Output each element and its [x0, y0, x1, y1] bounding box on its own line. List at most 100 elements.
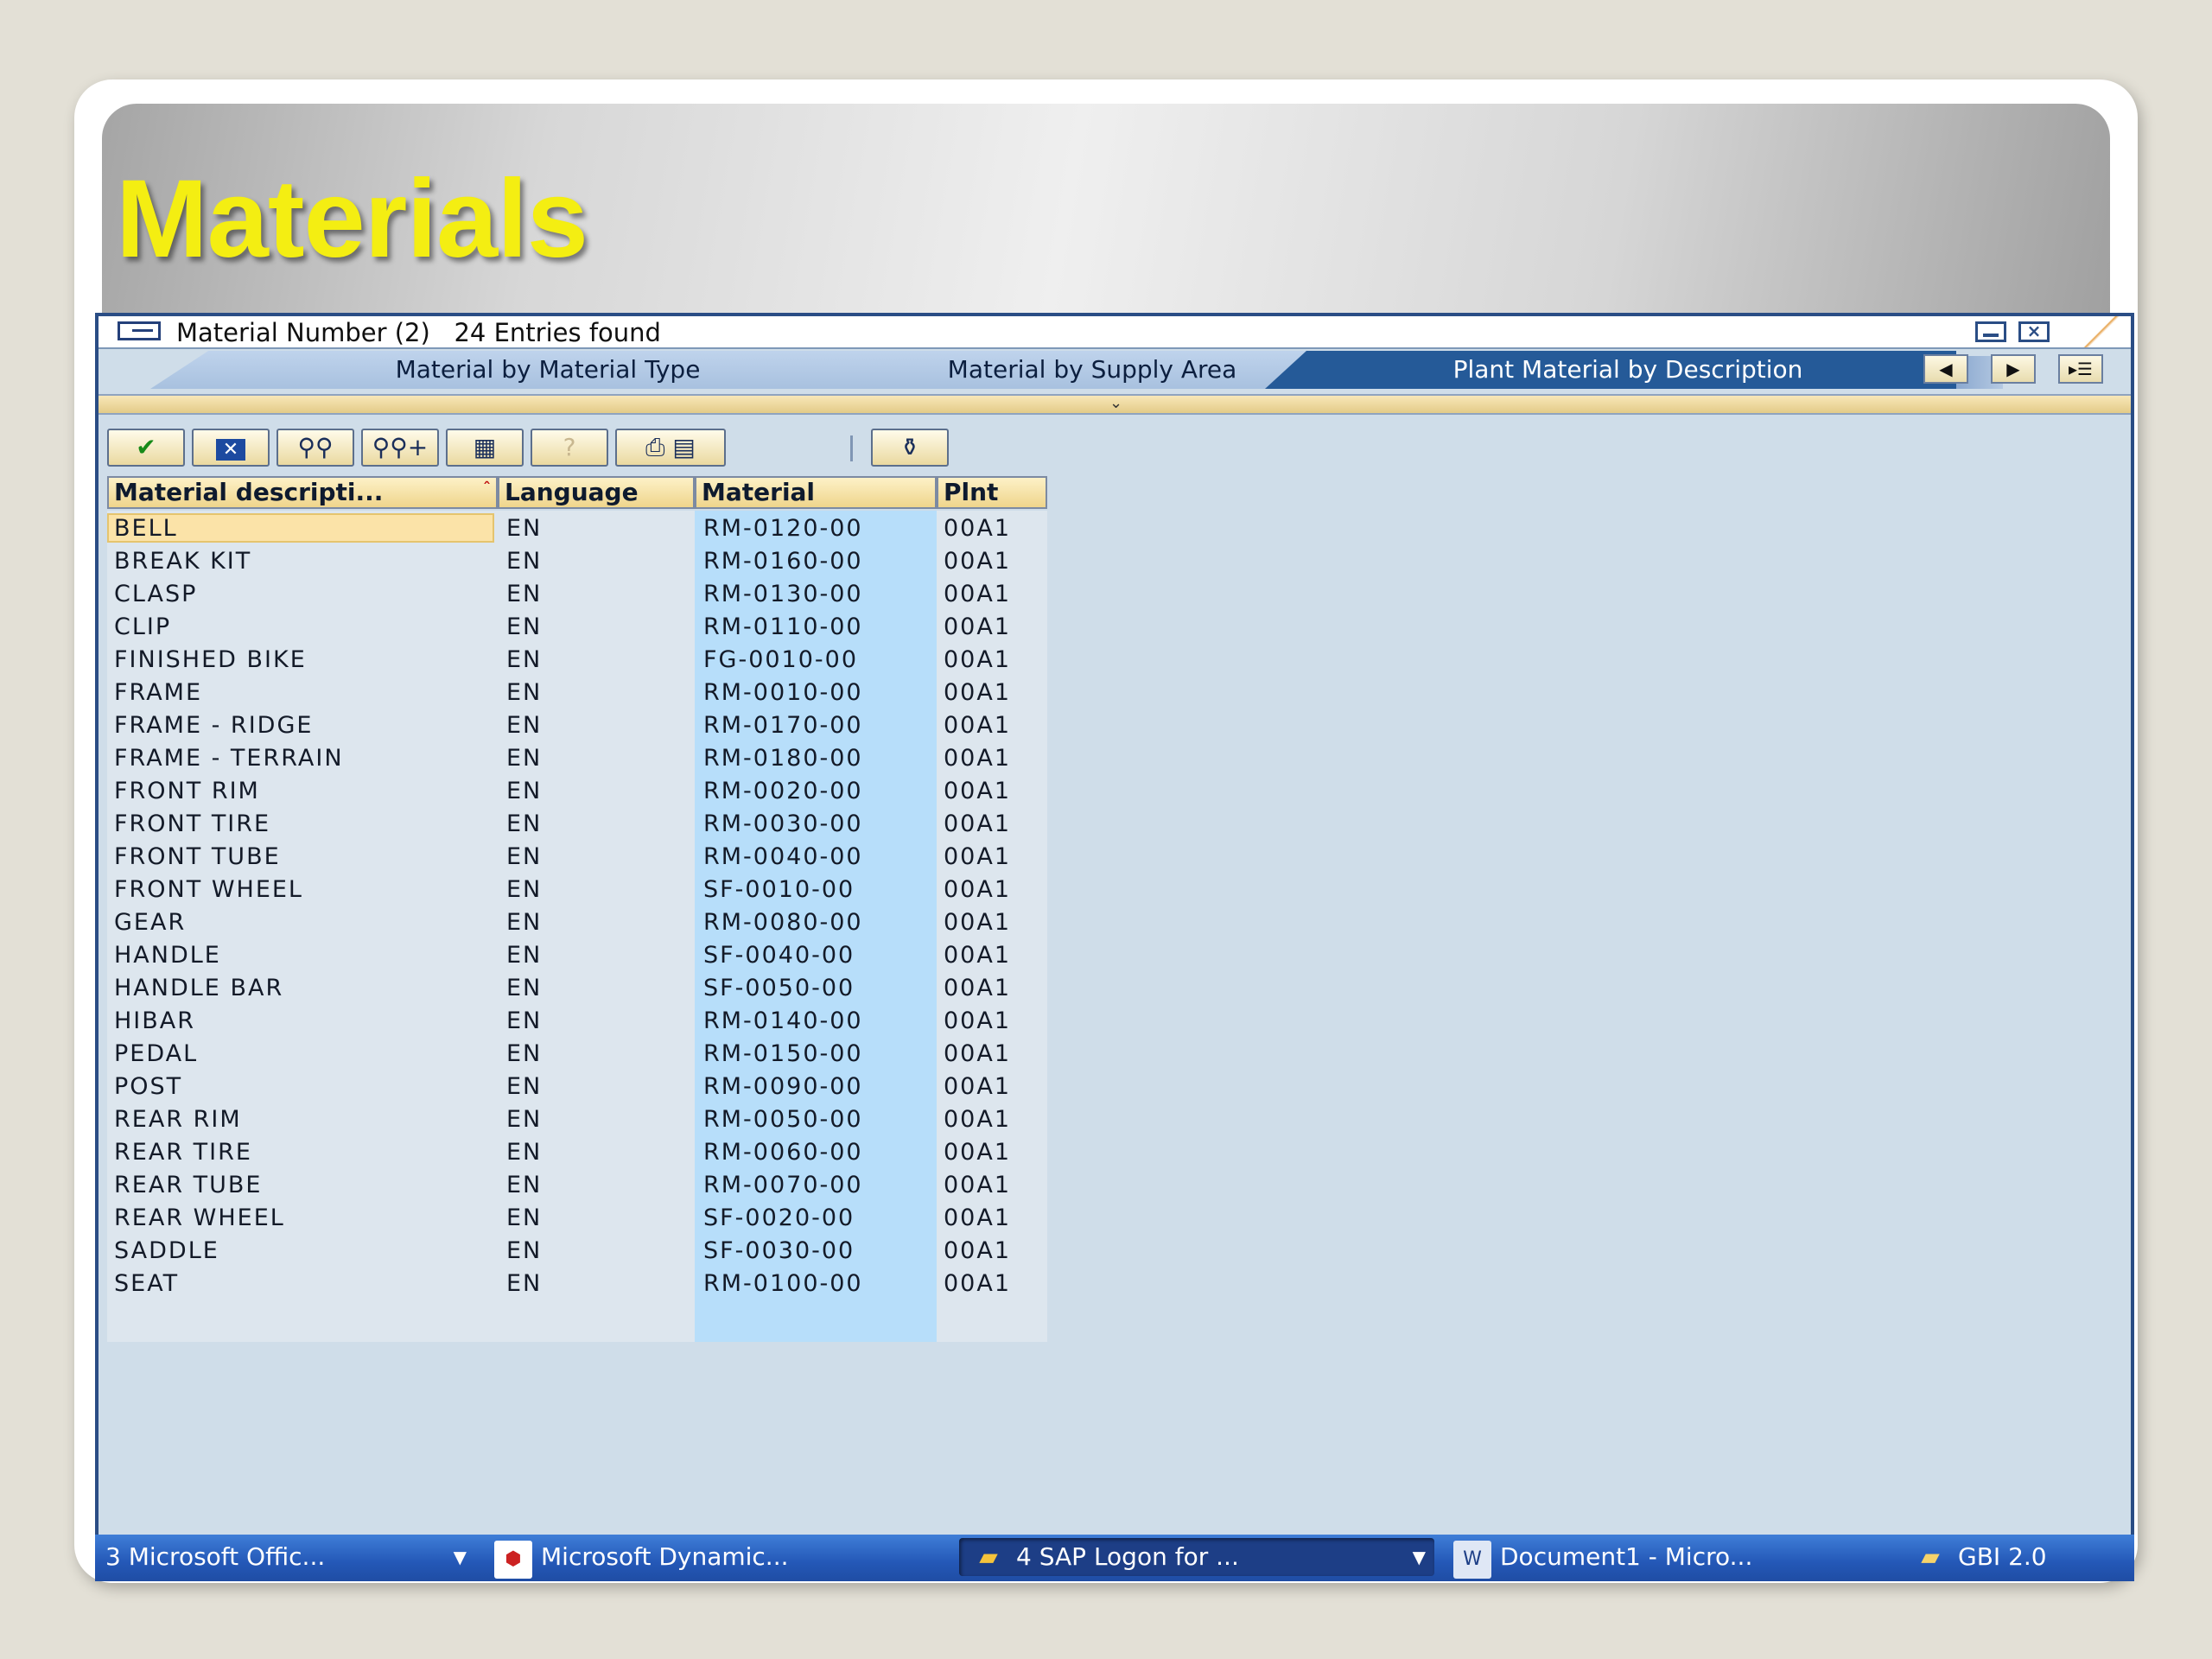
- taskbar-item-gbi[interactable]: ▰ GBI 2.0: [1901, 1538, 2134, 1576]
- tab-plant-material-by-description[interactable]: Plant Material by Description: [1265, 351, 1956, 389]
- tab-material-by-material-type[interactable]: Material by Material Type: [150, 351, 876, 389]
- table-row[interactable]: HANDLE BAR EN SF-0050-00 00A1: [107, 972, 1047, 1005]
- cell-material-description: HANDLE: [114, 942, 221, 969]
- close-icon[interactable]: ×: [2018, 321, 2050, 342]
- cell-plant: 00A1: [944, 745, 1012, 772]
- table-row[interactable]: FRAME - RIDGE EN RM-0170-00 00A1: [107, 709, 1047, 742]
- cell-material-description: SEAT: [114, 1270, 180, 1297]
- table-row[interactable]: CLASP EN RM-0130-00 00A1: [107, 578, 1047, 611]
- splitter-handle-icon[interactable]: ⌄: [1109, 396, 1122, 411]
- cell-language: EN: [506, 810, 543, 837]
- cell-language: EN: [506, 843, 543, 870]
- column-header-language[interactable]: Language: [498, 476, 695, 509]
- cell-material-description: REAR TIRE: [114, 1139, 252, 1166]
- cell-material-description: FRONT TUBE: [114, 843, 281, 870]
- cell-material-description: HIBAR: [114, 1007, 196, 1034]
- table-row[interactable]: POST EN RM-0090-00 00A1: [107, 1071, 1047, 1103]
- cell-language: EN: [506, 712, 543, 739]
- tab-prev-icon[interactable]: ◀: [1923, 354, 1968, 384]
- tab-list-icon[interactable]: ▸☰: [2058, 354, 2103, 384]
- cell-material-description: FRAME - TERRAIN: [114, 745, 344, 772]
- cell-material: RM-0180-00: [703, 745, 863, 772]
- taskbar-item-label: 4 SAP Logon for ...: [1016, 1542, 1239, 1571]
- cell-language: EN: [506, 548, 543, 575]
- cell-language: EN: [506, 745, 543, 772]
- table-row[interactable]: HANDLE EN SF-0040-00 00A1: [107, 939, 1047, 972]
- taskbar-item-sap-logon[interactable]: ▰ 4 SAP Logon for ... ▼: [959, 1538, 1434, 1576]
- cell-material: RM-0060-00: [703, 1139, 863, 1166]
- cell-language: EN: [506, 778, 543, 804]
- table-row[interactable]: REAR RIM EN RM-0050-00 00A1: [107, 1103, 1047, 1136]
- table-row[interactable]: CLIP EN RM-0110-00 00A1: [107, 611, 1047, 644]
- sort-ascending-icon: ˆ: [483, 480, 491, 498]
- cell-language: EN: [506, 515, 543, 542]
- checkmark-icon[interactable]: ✔: [107, 429, 185, 467]
- help-icon: ?: [531, 429, 608, 467]
- cell-material: SF-0010-00: [703, 876, 855, 903]
- sort-icon[interactable]: ▦: [446, 429, 524, 467]
- cell-plant: 00A1: [944, 613, 1012, 640]
- table-row[interactable]: FRONT TUBE EN RM-0040-00 00A1: [107, 841, 1047, 874]
- cell-plant: 00A1: [944, 975, 1012, 1001]
- table-row[interactable]: SADDLE EN SF-0030-00 00A1: [107, 1235, 1047, 1268]
- toolbar-separator: [850, 435, 853, 461]
- table-row[interactable]: FRONT WHEEL EN SF-0010-00 00A1: [107, 874, 1047, 906]
- taskbar-item-microsoft-dynamics[interactable]: ⬢ Microsoft Dynamic...: [484, 1538, 950, 1579]
- table-row[interactable]: REAR WHEEL EN SF-0020-00 00A1: [107, 1202, 1047, 1235]
- titlebar-decoration: [2070, 316, 2131, 347]
- cell-material-description: HANDLE BAR: [114, 975, 284, 1001]
- cell-material: SF-0050-00: [703, 975, 855, 1001]
- cell-material-description: BREAK KIT: [114, 548, 252, 575]
- cell-plant: 00A1: [944, 1073, 1012, 1100]
- personal-list-icon[interactable]: ⚱: [871, 429, 949, 467]
- find-next-icon[interactable]: ⚲⚲+: [361, 429, 439, 467]
- table-row[interactable]: HIBAR EN RM-0140-00 00A1: [107, 1005, 1047, 1038]
- table-row[interactable]: GEAR EN RM-0080-00 00A1: [107, 906, 1047, 939]
- cell-material: SF-0020-00: [703, 1205, 855, 1231]
- cell-plant: 00A1: [944, 942, 1012, 969]
- table-row[interactable]: FRONT TIRE EN RM-0030-00 00A1: [107, 808, 1047, 841]
- tab-next-icon[interactable]: ▶: [1991, 354, 2036, 384]
- dialog-title: Material Number (2) 24 Entries found: [176, 318, 661, 347]
- cell-material: RM-0080-00: [703, 909, 863, 936]
- column-header-label: Material: [702, 478, 816, 506]
- column-header-material-description[interactable]: Material descripti... ˆ: [107, 476, 498, 509]
- table-row[interactable]: BREAK KIT EN RM-0160-00 00A1: [107, 545, 1047, 578]
- dialog-titlebar: Material Number (2) 24 Entries found ×: [99, 316, 2131, 349]
- table-row[interactable]: FRONT RIM EN RM-0020-00 00A1: [107, 775, 1047, 808]
- cell-material: RM-0010-00: [703, 679, 863, 706]
- cell-material: RM-0140-00: [703, 1007, 863, 1034]
- cell-language: EN: [506, 1106, 543, 1133]
- cancel-icon[interactable]: ✕: [192, 429, 270, 467]
- table-row[interactable]: FINISHED BIKE EN FG-0010-00 00A1: [107, 644, 1047, 677]
- table-row[interactable]: FRAME EN RM-0010-00 00A1: [107, 677, 1047, 709]
- minimize-icon[interactable]: [1975, 321, 2006, 342]
- cell-language: EN: [506, 646, 543, 673]
- table-row[interactable]: REAR TUBE EN RM-0070-00 00A1: [107, 1169, 1047, 1202]
- cell-material-description: FRONT WHEEL: [114, 876, 303, 903]
- tab-material-by-supply-area[interactable]: Material by Supply Area: [790, 351, 1343, 389]
- cell-plant: 00A1: [944, 1172, 1012, 1198]
- find-icon[interactable]: ⚲⚲: [276, 429, 354, 467]
- print-icon[interactable]: ⎙ ▤: [615, 429, 726, 467]
- tab-label: Plant Material by Description: [1452, 355, 1803, 384]
- column-header-material[interactable]: Material: [695, 476, 937, 509]
- cell-language: EN: [506, 1040, 543, 1067]
- splitter-bar[interactable]: ⌄: [99, 394, 2131, 415]
- cell-plant: 00A1: [944, 1007, 1012, 1034]
- table-row[interactable]: SEAT EN RM-0100-00 00A1: [107, 1268, 1047, 1300]
- table-row[interactable]: PEDAL EN RM-0150-00 00A1: [107, 1038, 1047, 1071]
- cell-material-description: REAR RIM: [114, 1106, 242, 1133]
- taskbar-item-label: Microsoft Dynamic...: [541, 1542, 789, 1571]
- cell-language: EN: [506, 942, 543, 969]
- cell-language: EN: [506, 1007, 543, 1034]
- cell-material-description: CLASP: [114, 581, 198, 607]
- taskbar-item-document1[interactable]: W Document1 - Micro...: [1443, 1538, 1892, 1579]
- cell-language: EN: [506, 1205, 543, 1231]
- taskbar-item-label: GBI 2.0: [1958, 1542, 2047, 1571]
- table-row[interactable]: FRAME - TERRAIN EN RM-0180-00 00A1: [107, 742, 1047, 775]
- column-header-plant[interactable]: Plnt: [937, 476, 1047, 509]
- table-row[interactable]: REAR TIRE EN RM-0060-00 00A1: [107, 1136, 1047, 1169]
- table-row[interactable]: BELL EN RM-0120-00 00A1: [107, 512, 1047, 545]
- taskbar-item-microsoft-office[interactable]: 3 Microsoft Offic... ▼: [95, 1538, 475, 1576]
